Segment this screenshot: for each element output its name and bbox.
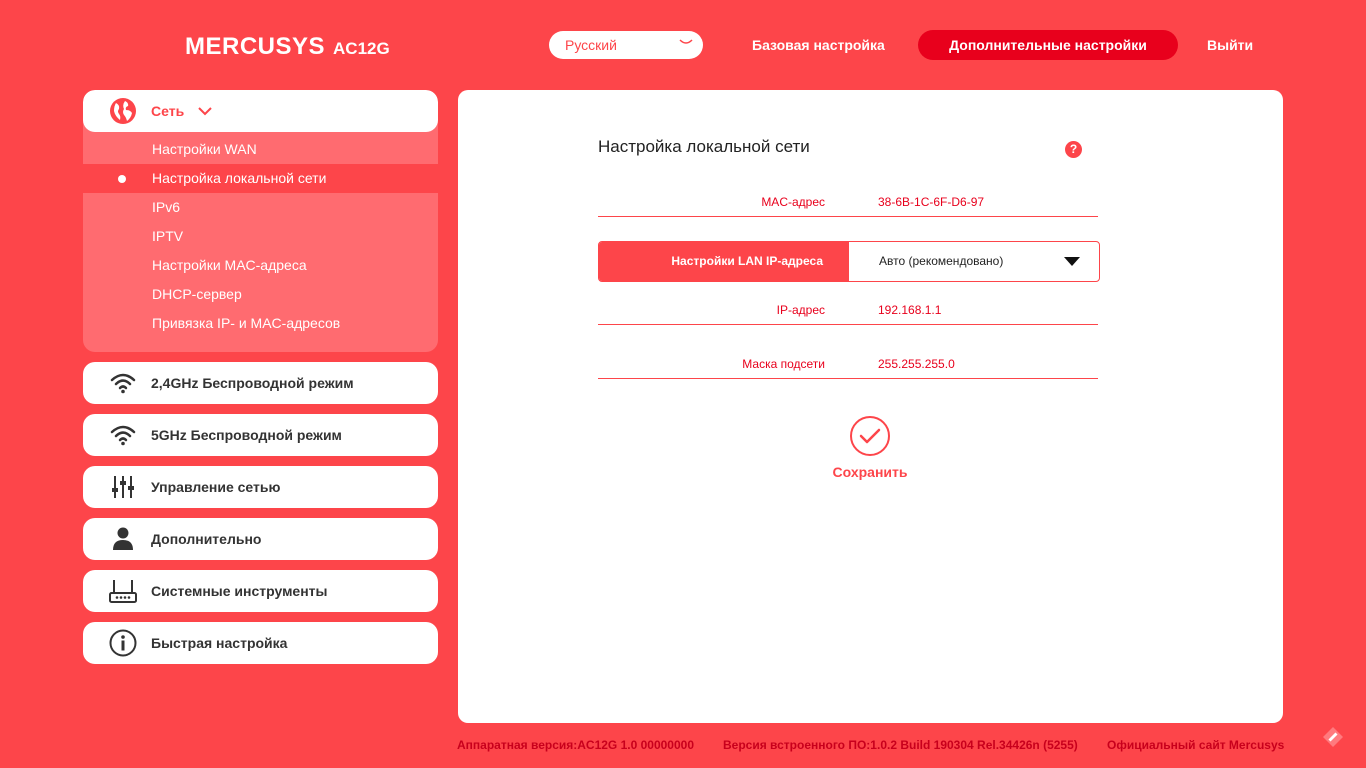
page-title: Настройка локальной сети bbox=[598, 137, 810, 156]
sidebar-item-network[interactable]: Сеть bbox=[83, 90, 438, 132]
network-submenu: Настройки WAN Настройка локальной сети I… bbox=[83, 132, 438, 338]
mac-address-row: MAC-адрес 38-6B-1C-6F-D6-97 bbox=[598, 195, 1098, 217]
official-site-link[interactable]: Официальный сайт Mercusys bbox=[1107, 738, 1284, 752]
sidebar-item-label: 5GHz Беспроводной режим bbox=[151, 427, 342, 443]
sidebar-item-network-control[interactable]: Управление сетью bbox=[83, 466, 438, 508]
sidebar-item-label: Сеть bbox=[151, 103, 185, 119]
sidebar: Сеть Настройки WAN Настройка локальной с… bbox=[83, 90, 438, 664]
sidebar-item-label: 2,4GHz Беспроводной режим bbox=[151, 375, 354, 391]
subnet-mask-row: Маска подсети 255.255.255.0 bbox=[598, 357, 1098, 379]
submenu-item-ipv6[interactable]: IPv6 bbox=[83, 193, 438, 222]
submenu-item-label: DHCP-сервер bbox=[152, 286, 242, 302]
submenu-item-label: Настройка локальной сети bbox=[152, 170, 327, 186]
network-group: Сеть Настройки WAN Настройка локальной с… bbox=[83, 90, 438, 352]
ip-address-label: IP-адрес bbox=[776, 303, 825, 317]
nav-advanced-settings[interactable]: Дополнительные настройки bbox=[918, 30, 1178, 60]
mac-address-value: 38-6B-1C-6F-D6-97 bbox=[878, 195, 985, 209]
submenu-item-label: Настройки WAN bbox=[152, 141, 257, 157]
logout-link[interactable]: Выйти bbox=[1207, 37, 1253, 53]
content-panel: Настройка локальной сети ? MAC-адрес 38-… bbox=[458, 90, 1283, 723]
checkmark-icon bbox=[859, 428, 881, 444]
submenu-item-lan[interactable]: Настройка локальной сети bbox=[83, 164, 438, 193]
subnet-mask-label: Маска подсети bbox=[742, 357, 825, 371]
subnet-mask-value[interactable]: 255.255.255.0 bbox=[878, 357, 955, 371]
save-button[interactable] bbox=[850, 416, 890, 456]
router-icon bbox=[109, 577, 137, 605]
submenu-item-iptv[interactable]: IPTV bbox=[83, 222, 438, 251]
save-label[interactable]: Сохранить bbox=[820, 464, 920, 480]
ip-address-row: IP-адрес 192.168.1.1 bbox=[598, 303, 1098, 325]
submenu-item-wan[interactable]: Настройки WAN bbox=[83, 135, 438, 164]
active-indicator-icon bbox=[118, 175, 126, 183]
sidebar-item-label: Системные инструменты bbox=[151, 583, 328, 599]
wifi-icon bbox=[109, 421, 137, 449]
submenu-item-label: Настройки MAC-адреса bbox=[152, 257, 307, 273]
submenu-item-mac[interactable]: Настройки MAC-адреса bbox=[83, 251, 438, 280]
sliders-icon bbox=[109, 473, 137, 501]
chevron-down-icon bbox=[679, 39, 693, 44]
help-icon[interactable]: ? bbox=[1065, 141, 1082, 158]
sidebar-item-wireless-5[interactable]: 5GHz Беспроводной режим bbox=[83, 414, 438, 456]
info-icon bbox=[109, 629, 137, 657]
sidebar-item-label: Управление сетью bbox=[151, 479, 281, 495]
edit-icon[interactable] bbox=[1322, 726, 1344, 748]
submenu-item-label: IPv6 bbox=[152, 199, 181, 215]
caret-down-icon bbox=[1064, 257, 1080, 266]
lan-ip-settings-value[interactable]: Авто (рекомендовано) bbox=[849, 242, 1099, 281]
sidebar-item-quick-setup[interactable]: Быстрая настройка bbox=[83, 622, 438, 664]
sidebar-item-wireless-24[interactable]: 2,4GHz Беспроводной режим bbox=[83, 362, 438, 404]
wifi-icon bbox=[109, 369, 137, 397]
mac-address-label: MAC-адрес bbox=[761, 195, 825, 209]
sidebar-item-advanced[interactable]: Дополнительно bbox=[83, 518, 438, 560]
lan-ip-settings-select[interactable]: Настройки LAN IP-адреса Авто (рекомендов… bbox=[598, 241, 1100, 282]
submenu-item-label: Привязка IP- и MAC-адресов bbox=[152, 315, 341, 331]
language-select[interactable]: Русский bbox=[549, 31, 703, 59]
hardware-version: Аппаратная версия:AC12G 1.0 00000000 bbox=[457, 738, 694, 752]
globe-icon bbox=[110, 98, 136, 124]
logo: MERCUSYS AC12G bbox=[185, 33, 390, 61]
language-value: Русский bbox=[565, 37, 617, 53]
submenu-item-dhcp[interactable]: DHCP-сервер bbox=[83, 280, 438, 309]
sidebar-item-system-tools[interactable]: Системные инструменты bbox=[83, 570, 438, 612]
sidebar-item-label: Дополнительно bbox=[151, 531, 262, 547]
model-name: AC12G bbox=[333, 39, 390, 58]
ip-address-value[interactable]: 192.168.1.1 bbox=[878, 303, 941, 317]
lan-ip-settings-label: Настройки LAN IP-адреса bbox=[599, 242, 849, 281]
nav-basic-settings[interactable]: Базовая настройка bbox=[752, 37, 885, 53]
submenu-item-ip-mac-binding[interactable]: Привязка IP- и MAC-адресов bbox=[83, 309, 438, 338]
user-icon bbox=[109, 525, 137, 553]
submenu-item-label: IPTV bbox=[152, 228, 184, 244]
brand-name: MERCUSYS bbox=[185, 33, 326, 60]
firmware-version: Версия встроенного ПО:1.0.2 Build 190304… bbox=[723, 738, 1078, 752]
sidebar-item-label: Быстрая настройка bbox=[151, 635, 288, 651]
chevron-down-icon bbox=[198, 106, 212, 115]
lan-ip-settings-selected: Авто (рекомендовано) bbox=[879, 254, 1004, 268]
